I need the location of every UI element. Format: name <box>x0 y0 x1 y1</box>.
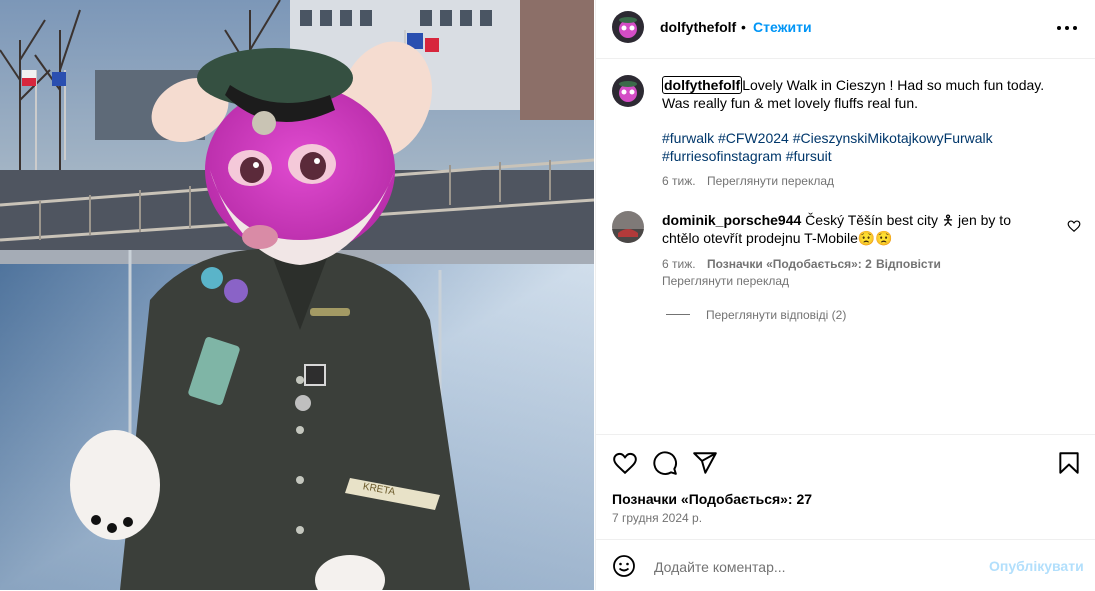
share-icon <box>693 452 717 474</box>
comment-reply-label: Відповісти <box>876 257 941 271</box>
emoji-icon <box>613 555 635 577</box>
publish-button[interactable]: Опублікувати <box>989 558 1084 574</box>
comment-likes-label: Позначки «Подобається»: 2 <box>707 257 872 271</box>
emoji-button[interactable] <box>612 554 636 578</box>
like-button[interactable] <box>612 450 638 476</box>
more-horizontal-icon <box>1057 26 1077 30</box>
heart-icon <box>613 452 637 475</box>
caption-text-block: dolfythefolf Lovely Walk in Cieszyn ! Had… <box>662 76 1072 112</box>
post-photo[interactable]: KRETA <box>0 0 594 590</box>
comment-input[interactable] <box>652 554 976 580</box>
heart-icon <box>1067 220 1081 233</box>
commenter-avatar[interactable] <box>612 211 644 243</box>
caption-username[interactable]: dolfythefolf <box>662 76 743 94</box>
view-replies-link[interactable]: Переглянути відповіді (2) <box>706 308 846 322</box>
comment-translate-link[interactable]: Переглянути переклад <box>662 274 789 288</box>
comment-composer: Опублікувати <box>596 539 1095 591</box>
save-button[interactable] <box>1056 450 1082 476</box>
caption-timestamp[interactable]: 6 тиж. <box>662 174 696 188</box>
share-button[interactable] <box>692 450 718 476</box>
comment-likes-count[interactable]: Позначки «Подобається»: 2 <box>707 257 872 271</box>
header-separator: • <box>741 19 746 35</box>
replies-divider <box>666 314 690 315</box>
post-header: dolfythefolf • Стежити <box>596 0 1095 59</box>
comment-icon <box>653 451 677 475</box>
post-actions: Позначки «Подобається»: 27 7 грудня 2024… <box>596 434 1095 555</box>
comment-like-button[interactable] <box>1067 219 1081 233</box>
commenter-username[interactable]: dominik_porsche944 <box>662 212 801 228</box>
post-image: KRETA <box>0 0 594 590</box>
post-date[interactable]: 7 грудня 2024 р. <box>612 511 702 525</box>
author-avatar[interactable] <box>612 11 644 43</box>
post-details-panel: dolfythefolf • Стежити dolfythefolf Lovel… <box>595 0 1095 590</box>
comment-text-block: dominik_porsche944 Český Těšín best city… <box>662 211 1048 247</box>
comment-reply-link[interactable]: Відповісти <box>876 257 941 271</box>
caption-avatar[interactable] <box>612 75 644 107</box>
comment-timestamp[interactable]: 6 тиж. <box>662 257 696 271</box>
more-options-button[interactable] <box>1052 16 1082 40</box>
follow-button[interactable]: Стежити <box>753 19 812 35</box>
author-username[interactable]: dolfythefolf <box>660 19 736 35</box>
likes-count[interactable]: Позначки «Подобається»: 27 <box>612 491 812 507</box>
caption-hashtags[interactable]: #furwalk #CFW2024 #CieszynskiMikotajkowy… <box>662 129 1072 165</box>
bookmark-icon <box>1059 452 1079 474</box>
caption-translate-link[interactable]: Переглянути переклад <box>707 174 834 188</box>
comment-button[interactable] <box>652 450 678 476</box>
